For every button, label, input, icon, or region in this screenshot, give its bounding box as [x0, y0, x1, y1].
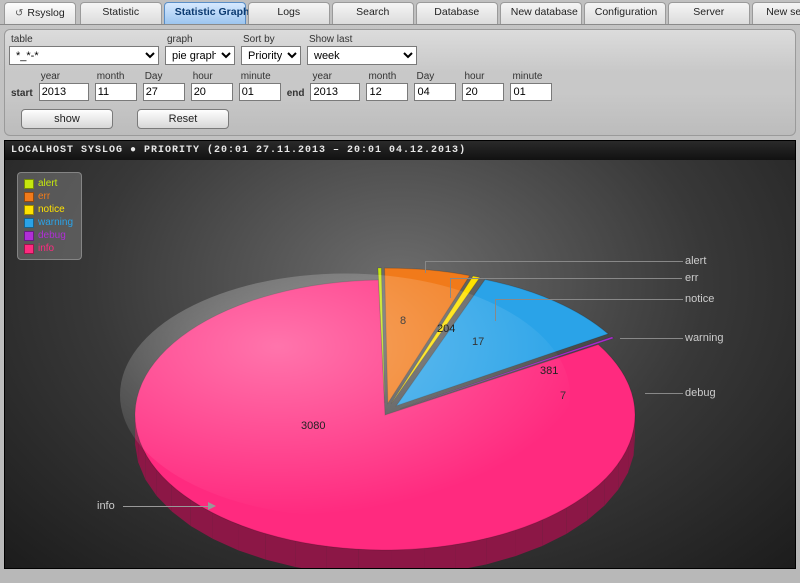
label-graph: graph	[165, 34, 235, 45]
label-end-day: Day	[414, 71, 456, 82]
callout-notice: notice	[685, 293, 714, 305]
callout-debug: debug	[685, 387, 716, 399]
input-start-month[interactable]	[95, 83, 137, 101]
leader-line	[495, 299, 496, 321]
input-end-day[interactable]	[414, 83, 456, 101]
tab-server[interactable]: Server	[668, 2, 750, 24]
slice-value-warning: 381	[540, 365, 558, 377]
label-end-year: year	[310, 71, 360, 82]
show-button[interactable]: show	[21, 109, 113, 129]
callout-info: info	[97, 500, 115, 512]
leader-line	[425, 261, 683, 262]
label-showlast: Show last	[307, 34, 417, 45]
slice-value-alert: 8	[400, 315, 406, 327]
slice-value-err: 204	[437, 323, 455, 335]
select-sortby[interactable]: Priority	[241, 46, 301, 65]
slice-value-info: 3080	[301, 420, 325, 432]
tab-database[interactable]: Database	[416, 2, 498, 24]
leader-line	[620, 338, 683, 339]
tab-statistic[interactable]: Statistic	[80, 2, 162, 24]
slice-value-debug: 7	[560, 390, 566, 402]
leader-line	[425, 261, 426, 273]
chart-body: alert err notice warning debug info 8 20…	[5, 160, 795, 568]
slice-value-notice: 17	[472, 336, 484, 348]
tab-logs[interactable]: Logs	[248, 2, 330, 24]
input-start-minute[interactable]	[239, 83, 281, 101]
arrow-icon	[208, 502, 216, 510]
label-start-month: month	[95, 71, 137, 82]
label-start-year: year	[39, 71, 89, 82]
chart-title: LOCALHOST SYSLOG ● PRIORITY (20:01 27.11…	[5, 141, 795, 160]
label-end-month: month	[366, 71, 408, 82]
leader-line	[645, 393, 683, 394]
label-end: end	[287, 88, 305, 101]
label-end-hour: hour	[462, 71, 504, 82]
leader-line	[123, 506, 208, 507]
label-start-hour: hour	[191, 71, 233, 82]
chart-panel: LOCALHOST SYSLOG ● PRIORITY (20:01 27.11…	[4, 140, 796, 569]
leader-line	[450, 278, 682, 279]
pie-chart	[5, 160, 785, 568]
leader-line	[495, 299, 683, 300]
callout-err: err	[685, 272, 698, 284]
label-start-day: Day	[143, 71, 185, 82]
label-table: table	[9, 34, 159, 45]
select-table[interactable]: *_*-*	[9, 46, 159, 65]
tab-new-server[interactable]: New server	[752, 2, 800, 24]
tab-statistic-graph[interactable]: Statistic Graph	[164, 2, 246, 24]
select-showlast[interactable]: week	[307, 46, 417, 65]
label-start: start	[11, 88, 33, 101]
tab-new-database[interactable]: New database	[500, 2, 582, 24]
input-start-day[interactable]	[143, 83, 185, 101]
callout-warning: warning	[685, 332, 724, 344]
app-tab-label: Rsyslog	[27, 6, 64, 21]
input-start-hour[interactable]	[191, 83, 233, 101]
input-start-year[interactable]	[39, 83, 89, 101]
tab-configuration[interactable]: Configuration	[584, 2, 666, 24]
refresh-icon: ↻	[15, 6, 23, 21]
select-graph[interactable]: pie graph	[165, 46, 235, 65]
label-start-minute: minute	[239, 71, 281, 82]
tab-search[interactable]: Search	[332, 2, 414, 24]
tab-strip: ↻ Rsyslog Statistic Statistic Graph Logs…	[0, 0, 800, 25]
label-sortby: Sort by	[241, 34, 301, 45]
reset-button[interactable]: Reset	[137, 109, 229, 129]
input-end-month[interactable]	[366, 83, 408, 101]
leader-line	[450, 278, 451, 298]
callout-alert: alert	[685, 255, 706, 267]
app-tab-rsyslog[interactable]: ↻ Rsyslog	[4, 2, 76, 24]
input-end-minute[interactable]	[510, 83, 552, 101]
label-end-minute: minute	[510, 71, 552, 82]
input-end-year[interactable]	[310, 83, 360, 101]
filter-panel: table *_*-* graph pie graph Sort by Prio…	[4, 29, 796, 136]
input-end-hour[interactable]	[462, 83, 504, 101]
